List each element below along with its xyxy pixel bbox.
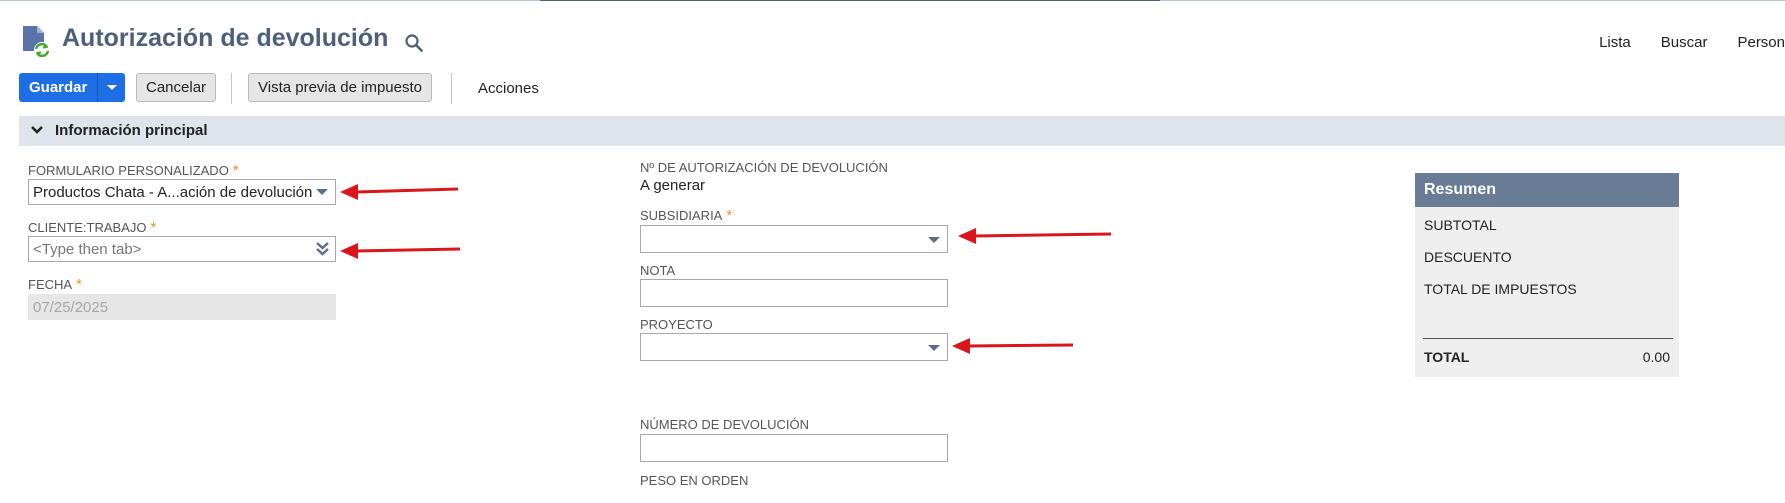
save-options-dropdown[interactable] [97, 73, 125, 102]
required-marker: * [726, 207, 733, 224]
tax-total-label: TOTAL DE IMPUESTOS [1424, 281, 1577, 297]
subsidiary-label: SUBSIDIARIA * [640, 207, 733, 224]
return-number-label: NÚMERO DE DEVOLUCIÓN [640, 417, 810, 432]
header-links: Lista Buscar Person [1569, 34, 1785, 51]
customize-link[interactable]: Person [1737, 34, 1785, 51]
page-title: Autorización de devolución [62, 24, 389, 52]
return-number-input[interactable] [640, 434, 948, 462]
total-value: 0.00 [1642, 349, 1670, 365]
subtotal-label: SUBTOTAL [1424, 217, 1497, 233]
double-chevron-down-icon [316, 242, 329, 256]
search-icon[interactable] [404, 33, 424, 53]
cancel-button[interactable]: Cancelar [136, 73, 217, 102]
customer-job-input[interactable]: <Type then tab> [28, 236, 336, 262]
required-marker: * [76, 276, 82, 293]
caret-down-icon [316, 189, 328, 195]
rma-number-value: A generar [640, 177, 706, 194]
annotation-arrow-custom-form [340, 184, 459, 200]
save-button-group: Guardar [19, 73, 126, 102]
required-marker: * [232, 162, 239, 179]
caret-down-icon [928, 345, 940, 351]
order-weight-label: PESO EN ORDEN [640, 473, 749, 488]
memo-label: NOTA [640, 263, 676, 278]
custom-form-value: Productos Chata - A...ación de devolució… [33, 184, 313, 201]
annotation-arrow-subsidiary [958, 228, 1112, 244]
required-marker: * [150, 219, 157, 236]
top-border-accent [540, 0, 1160, 1]
date-field: 07/25/2025 [28, 294, 336, 320]
total-label: TOTAL [1424, 349, 1470, 365]
annotation-arrow-project [952, 338, 1074, 354]
customer-job-label: CLIENTE:TRABAJO * [28, 219, 157, 236]
annotation-arrow-customer [340, 243, 461, 259]
summary-title: Resumen [1415, 173, 1679, 207]
section-header-main-info[interactable]: Información principal [19, 116, 1785, 146]
return-document-icon [23, 26, 50, 58]
project-select[interactable] [640, 333, 948, 361]
subsidiary-select[interactable] [640, 225, 948, 253]
discount-label: DESCUENTO [1424, 249, 1512, 265]
chevron-down-icon [31, 126, 43, 134]
save-button[interactable]: Guardar [19, 73, 97, 102]
toolbar-divider [231, 73, 232, 104]
caret-down-icon [928, 237, 940, 243]
section-title: Información principal [55, 122, 208, 139]
caret-down-icon [106, 84, 117, 90]
project-label: PROYECTO [640, 317, 713, 332]
rma-number-label: Nº DE AUTORIZACIÓN DE DEVOLUCIÓN [640, 160, 888, 175]
actions-menu[interactable]: Acciones [478, 80, 539, 97]
memo-input[interactable] [640, 279, 948, 307]
search-link[interactable]: Buscar [1661, 34, 1708, 51]
customer-job-placeholder: <Type then tab> [33, 241, 142, 258]
summary-panel: Resumen SUBTOTAL DESCUENTO TOTAL DE IMPU… [1415, 173, 1679, 377]
tax-preview-button[interactable]: Vista previa de impuesto [248, 73, 432, 102]
custom-form-label: FORMULARIO PERSONALIZADO * [28, 162, 239, 179]
date-value: 07/25/2025 [33, 299, 109, 316]
list-link[interactable]: Lista [1599, 34, 1631, 51]
toolbar-divider [451, 73, 452, 104]
custom-form-select[interactable]: Productos Chata - A...ación de devolució… [28, 179, 336, 205]
date-label: FECHA * [28, 276, 82, 293]
summary-divider [1423, 338, 1673, 339]
